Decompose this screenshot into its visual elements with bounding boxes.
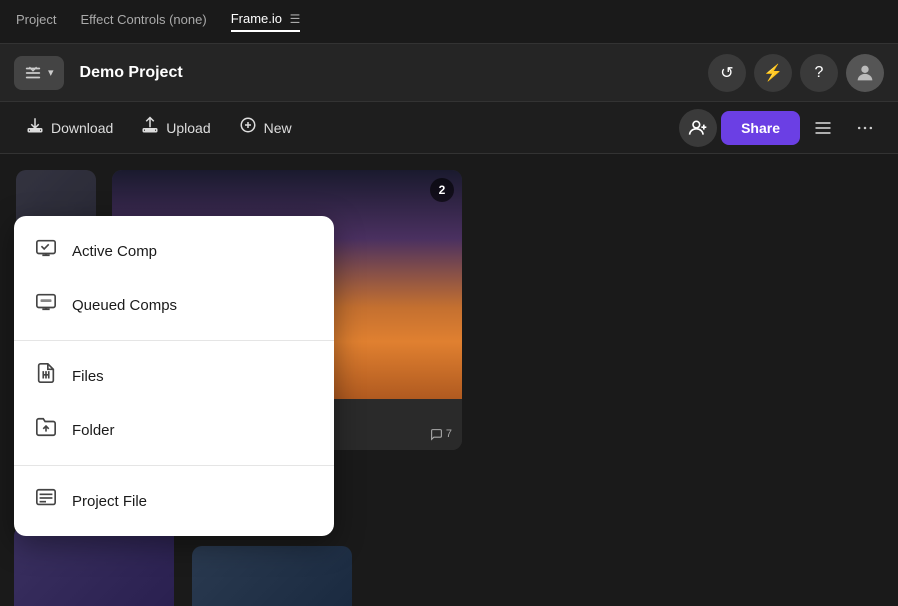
partial-card-2[interactable] bbox=[192, 546, 352, 606]
dropdown-label-active-comp: Active Comp bbox=[72, 243, 157, 260]
project-dropdown-button[interactable]: ▾ bbox=[14, 56, 64, 90]
download-icon bbox=[26, 116, 44, 139]
dropdown-section-project: Project File bbox=[14, 465, 334, 536]
add-user-button[interactable] bbox=[679, 109, 717, 147]
new-icon bbox=[239, 116, 257, 139]
new-dropdown-menu: Active Comp Queued Comps bbox=[14, 216, 334, 536]
dropdown-label-files: Files bbox=[72, 368, 104, 385]
tab-menu-icon: ☰ bbox=[290, 12, 301, 26]
tab-frameio[interactable]: Frame.io ☰ bbox=[231, 11, 301, 32]
dropdown-section-comps: Active Comp Queued Comps bbox=[14, 216, 334, 340]
comment-count: 7 bbox=[430, 428, 452, 441]
more-icon bbox=[855, 118, 875, 138]
dropdown-item-project-file[interactable]: Project File bbox=[14, 474, 334, 528]
dropdown-section-files: Files Folder bbox=[14, 340, 334, 465]
card-badge: 2 bbox=[430, 178, 454, 202]
project-file-icon bbox=[34, 487, 58, 515]
dropdown-label-queued-comps: Queued Comps bbox=[72, 297, 177, 314]
upload-icon bbox=[141, 116, 159, 139]
user-avatar-icon bbox=[854, 62, 876, 84]
queued-comps-icon bbox=[34, 291, 58, 319]
upload-button[interactable]: Upload bbox=[129, 108, 222, 147]
refresh-button[interactable]: ↺ bbox=[708, 54, 746, 92]
project-title: Demo Project bbox=[74, 64, 698, 82]
share-button[interactable]: Share bbox=[721, 111, 800, 145]
list-icon bbox=[813, 118, 833, 138]
header-actions: ↺ ⚡ ? bbox=[708, 54, 884, 92]
active-comp-icon bbox=[34, 237, 58, 265]
comment-icon bbox=[430, 428, 443, 441]
dropdown-item-files[interactable]: Files bbox=[14, 349, 334, 403]
dropdown-item-active-comp[interactable]: Active Comp bbox=[14, 224, 334, 278]
avatar-button[interactable] bbox=[846, 54, 884, 92]
download-button[interactable]: Download bbox=[14, 108, 125, 147]
more-options-button[interactable] bbox=[846, 109, 884, 147]
help-button[interactable]: ? bbox=[800, 54, 838, 92]
tab-project[interactable]: Project bbox=[16, 12, 56, 31]
toolbar: Download Upload New Share bbox=[0, 102, 898, 154]
header-bar: ▾ Demo Project ↺ ⚡ ? bbox=[0, 44, 898, 102]
dropdown-arrow: ▾ bbox=[48, 66, 54, 79]
tab-bar: Project Effect Controls (none) Frame.io … bbox=[0, 0, 898, 44]
dropdown-item-queued-comps[interactable]: Queued Comps bbox=[14, 278, 334, 332]
folder-upload-icon bbox=[34, 416, 58, 444]
tab-effect-controls[interactable]: Effect Controls (none) bbox=[80, 12, 206, 31]
list-view-button[interactable] bbox=[804, 109, 842, 147]
content-area: 2 Full Spot - Graded.mp4 🎥 01:24 7 bbox=[0, 154, 898, 606]
add-user-icon bbox=[688, 118, 708, 138]
dropdown-item-folder[interactable]: Folder bbox=[14, 403, 334, 457]
dropdown-label-folder: Folder bbox=[72, 422, 115, 439]
filter-icon bbox=[24, 64, 42, 82]
partial-card-1[interactable] bbox=[14, 526, 174, 606]
files-icon bbox=[34, 362, 58, 390]
dropdown-label-project-file: Project File bbox=[72, 493, 147, 510]
lightning-button[interactable]: ⚡ bbox=[754, 54, 792, 92]
new-button[interactable]: New bbox=[227, 108, 304, 147]
